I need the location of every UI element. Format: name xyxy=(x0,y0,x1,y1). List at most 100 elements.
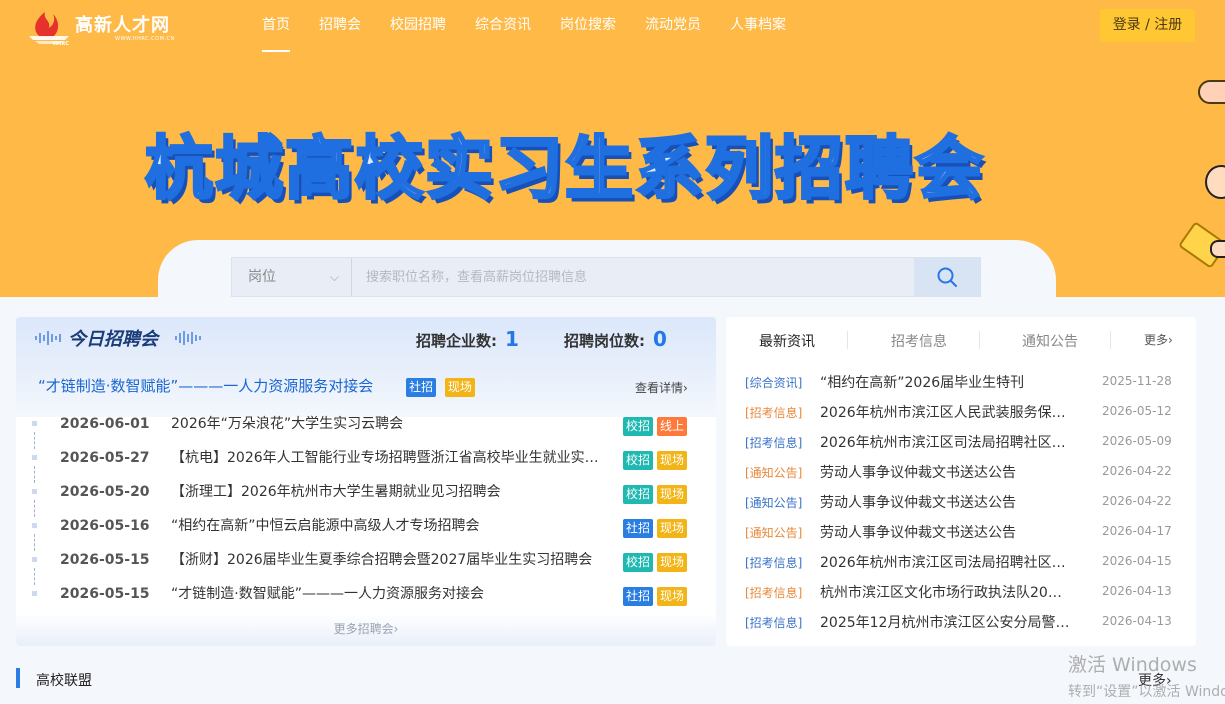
view-details-link[interactable]: 查看详情› xyxy=(635,379,688,396)
news-category: [通知公告] xyxy=(745,496,803,510)
news-date: 2026-04-15 xyxy=(1102,554,1172,568)
fair-name: “相约在高新”中恒云启能源中高级人才专场招聘会 xyxy=(171,518,480,534)
search-type-select[interactable]: 岗位 ⌵ xyxy=(232,258,352,296)
list-item[interactable]: 2026-05-15 【浙财】2026届毕业生夏季综合招聘会暨2027届毕业生实… xyxy=(16,551,716,585)
logo-abbr: HHRC xyxy=(53,41,69,47)
tag-social: 社招 xyxy=(623,519,654,538)
search-input[interactable] xyxy=(352,258,914,296)
list-item[interactable]: 2026-05-16 “相约在高新”中恒云启能源中高级人才专场招聘会 社招 现场 xyxy=(16,517,716,551)
university-alliance-title: 高校联盟 xyxy=(36,673,92,689)
tag-online: 线上 xyxy=(657,417,688,436)
tag-onsite: 现场 xyxy=(657,485,688,504)
chevron-right-icon: › xyxy=(393,622,399,636)
news-title: 2026年杭州市滨江区司法局招聘社区… xyxy=(820,435,1066,451)
search-button[interactable] xyxy=(914,258,980,296)
nav-job-fairs[interactable]: 招聘会 xyxy=(319,0,361,52)
news-date: 2026-05-09 xyxy=(1102,434,1172,448)
news-title: 杭州市滨江区文化市场行政执法队202… xyxy=(820,585,1070,601)
news-item[interactable]: [通知公告] 劳动人事争议仲裁文书送达公告 2026-04-17 xyxy=(726,517,1196,547)
fair-date: 2026-05-16 xyxy=(60,518,150,534)
news-item[interactable]: [综合资讯] “相约在高新”2026届毕业生特刊 2025-11-28 xyxy=(726,367,1196,397)
news-item[interactable]: [招考信息] 杭州市滨江区文化市场行政执法队202… 2026-04-13 xyxy=(726,577,1196,607)
timeline-line xyxy=(34,500,35,517)
more-job-fairs-link[interactable]: 更多招聘会› xyxy=(16,613,716,646)
hero-banner: 高新人才网 HHRC WWW.HHRC.COM.CN 首页 招聘会 校园招聘 综… xyxy=(0,0,1225,297)
news-title: 2025年12月杭州市滨江区公安分局警… xyxy=(820,615,1070,631)
job-fair-list: 2026-06-01 2026年“万朵浪花”大学生实习云聘会 校招 线上 2026… xyxy=(16,415,716,619)
featured-fair-title: “才链制造·数智赋能”———一人力资源服务对接会 xyxy=(38,377,374,395)
timeline-line xyxy=(34,568,35,585)
news-title: 劳动人事争议仲裁文书送达公告 xyxy=(820,495,1016,511)
news-item[interactable]: [招考信息] 2026年杭州市滨江区司法局招聘社区… 2026-05-09 xyxy=(726,427,1196,457)
news-title: “相约在高新”2026届毕业生特刊 xyxy=(820,375,1025,391)
nav-home[interactable]: 首页 xyxy=(262,0,290,52)
news-item[interactable]: [通知公告] 劳动人事争议仲裁文书送达公告 2026-04-22 xyxy=(726,487,1196,517)
fair-name: “才链制造·数智赋能”———一人力资源服务对接会 xyxy=(171,586,484,602)
news-more-label: 更多 xyxy=(1144,333,1169,347)
nav-campus-recruitment[interactable]: 校园招聘 xyxy=(390,0,446,52)
view-details-label: 查看详情 xyxy=(635,381,684,395)
news-item[interactable]: [招考信息] 2026年杭州市滨江区司法局招聘社区… 2026-04-15 xyxy=(726,547,1196,577)
fair-name: 2026年“万朵浪花”大学生实习云聘会 xyxy=(171,416,404,432)
news-category: [招考信息] xyxy=(745,436,803,450)
news-item[interactable]: [招考信息] 2026年杭州市滨江区人民武装服务保… 2026-05-12 xyxy=(726,397,1196,427)
tab-divider xyxy=(847,331,848,349)
timeline-line xyxy=(34,534,35,551)
fair-name: 【浙财】2026届毕业生夏季综合招聘会暨2027届毕业生实习招聘会 xyxy=(171,552,593,568)
cartoon-arm-icon xyxy=(1210,240,1225,258)
post-count-label: 招聘岗位数: xyxy=(564,332,645,350)
fair-date: 2026-05-15 xyxy=(60,552,150,568)
fair-date: 2026-05-20 xyxy=(60,484,150,500)
company-count-stat: 招聘企业数: 1 xyxy=(416,327,519,351)
news-date: 2026-04-22 xyxy=(1102,464,1172,478)
logo-name: 高新人才网 xyxy=(75,15,170,36)
featured-fair[interactable]: “才链制造·数智赋能”———一人力资源服务对接会 社招 现场 xyxy=(38,375,475,397)
news-item[interactable]: [通知公告] 劳动人事争议仲裁文书送达公告 2026-04-22 xyxy=(726,457,1196,487)
news-category: [综合资讯] xyxy=(745,376,803,390)
nav-party-members[interactable]: 流动党员 xyxy=(645,0,701,52)
nav-news[interactable]: 综合资讯 xyxy=(475,0,531,52)
tab-notices[interactable]: 通知公告 xyxy=(1022,331,1078,351)
news-item[interactable]: [招考信息] 2025年12月杭州市滨江区公安分局警… 2026-04-13 xyxy=(726,607,1196,637)
main-nav: 首页 招聘会 校园招聘 综合资讯 岗位搜索 流动党员 人事档案 xyxy=(262,0,786,52)
timeline-line xyxy=(34,466,35,483)
banner-headline: 杭城高校实习生系列招聘会 xyxy=(143,129,986,211)
timeline-dot xyxy=(32,489,37,494)
news-more-link[interactable]: 更多› xyxy=(1144,331,1173,348)
tab-exam-info[interactable]: 招考信息 xyxy=(891,331,947,351)
tag-social: 社招 xyxy=(406,378,437,397)
news-category: [招考信息] xyxy=(745,586,803,600)
tab-latest-news[interactable]: 最新资讯 xyxy=(759,331,815,351)
today-job-fairs-panel: 今日招聘会 招聘企业数: 1 招聘岗位数: 0 “才链制造·数智赋能”———一人力资… xyxy=(16,317,716,646)
cartoon-hand-icon xyxy=(1198,80,1225,104)
top-navigation: 高新人才网 HHRC WWW.HHRC.COM.CN 首页 招聘会 校园招聘 综… xyxy=(0,0,1225,52)
list-item[interactable]: 2026-06-01 2026年“万朵浪花”大学生实习云聘会 校招 线上 xyxy=(16,415,716,449)
search-type-value: 岗位 xyxy=(248,269,276,285)
nav-job-search[interactable]: 岗位搜索 xyxy=(560,0,616,52)
post-count-stat: 招聘岗位数: 0 xyxy=(564,327,667,351)
news-title: 劳动人事争议仲裁文书送达公告 xyxy=(820,465,1016,481)
site-logo[interactable]: 高新人才网 HHRC WWW.HHRC.COM.CN xyxy=(25,6,185,47)
tag-social: 社招 xyxy=(623,587,654,606)
tag-onsite: 现场 xyxy=(657,587,688,606)
news-list: [综合资讯] “相约在高新”2026届毕业生特刊 2025-11-28 [招考信息]… xyxy=(726,367,1196,637)
news-category: [招考信息] xyxy=(745,406,803,420)
list-item[interactable]: 2026-05-27 【杭电】2026年人工智能行业专场招聘暨浙江省高校毕业生就… xyxy=(16,449,716,483)
news-date: 2025-11-28 xyxy=(1102,374,1172,388)
search-bar: 岗位 ⌵ xyxy=(231,257,981,297)
windows-activation-watermark: 激活 Windows 转到“设置”以激活 Windows。 xyxy=(1068,650,1225,701)
fair-date: 2026-06-01 xyxy=(60,416,150,432)
news-date: 2026-04-17 xyxy=(1102,524,1172,538)
news-title: 2026年杭州市滨江区人民武装服务保… xyxy=(820,405,1066,421)
nav-personnel-files[interactable]: 人事档案 xyxy=(730,0,786,52)
login-register-button[interactable]: 登录 / 注册 xyxy=(1100,9,1195,42)
tag-onsite: 现场 xyxy=(444,378,475,397)
news-panel: 最新资讯 招考信息 通知公告 更多› [综合资讯] “相约在高新”2026届毕业生… xyxy=(726,317,1196,646)
logo-flame-icon xyxy=(29,12,69,44)
search-icon xyxy=(937,267,957,287)
news-date: 2026-04-22 xyxy=(1102,494,1172,508)
news-category: [通知公告] xyxy=(745,526,803,540)
tag-campus: 校招 xyxy=(623,417,654,436)
list-item[interactable]: 2026-05-20 【浙理工】2026年杭州市大学生暑期就业见习招聘会 校招现… xyxy=(16,483,716,517)
news-tabs: 最新资讯 招考信息 通知公告 更多› xyxy=(726,317,1196,363)
